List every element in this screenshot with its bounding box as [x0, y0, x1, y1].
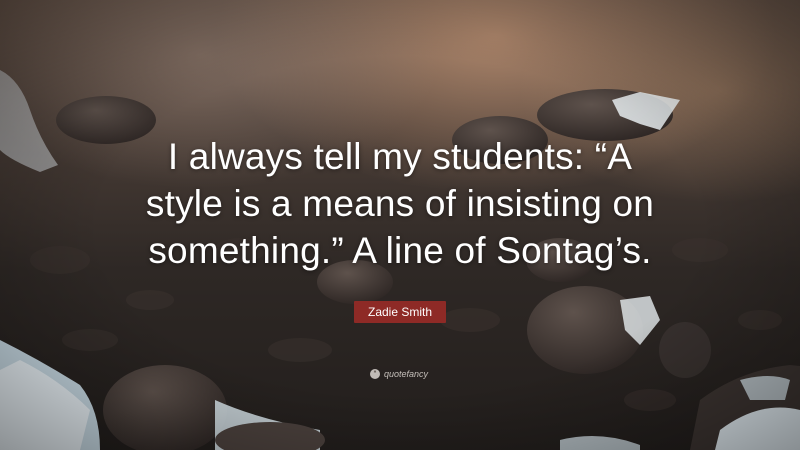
brand-watermark: “ quotefancy	[370, 367, 428, 381]
quote-line-3: something.” A line of Sontag’s.	[148, 230, 652, 271]
quote-line-1: I always tell my students: “A	[167, 136, 633, 177]
author-badge[interactable]: Zadie Smith	[354, 301, 446, 323]
quote-text: I always tell my students: “A style is a…	[100, 133, 700, 274]
brand-name: quotefancy	[384, 369, 429, 379]
quote-logo-icon: “	[370, 369, 380, 379]
quote-line-2: style is a means of insisting on	[145, 183, 655, 224]
quote-card: I always tell my students: “A style is a…	[0, 0, 800, 450]
